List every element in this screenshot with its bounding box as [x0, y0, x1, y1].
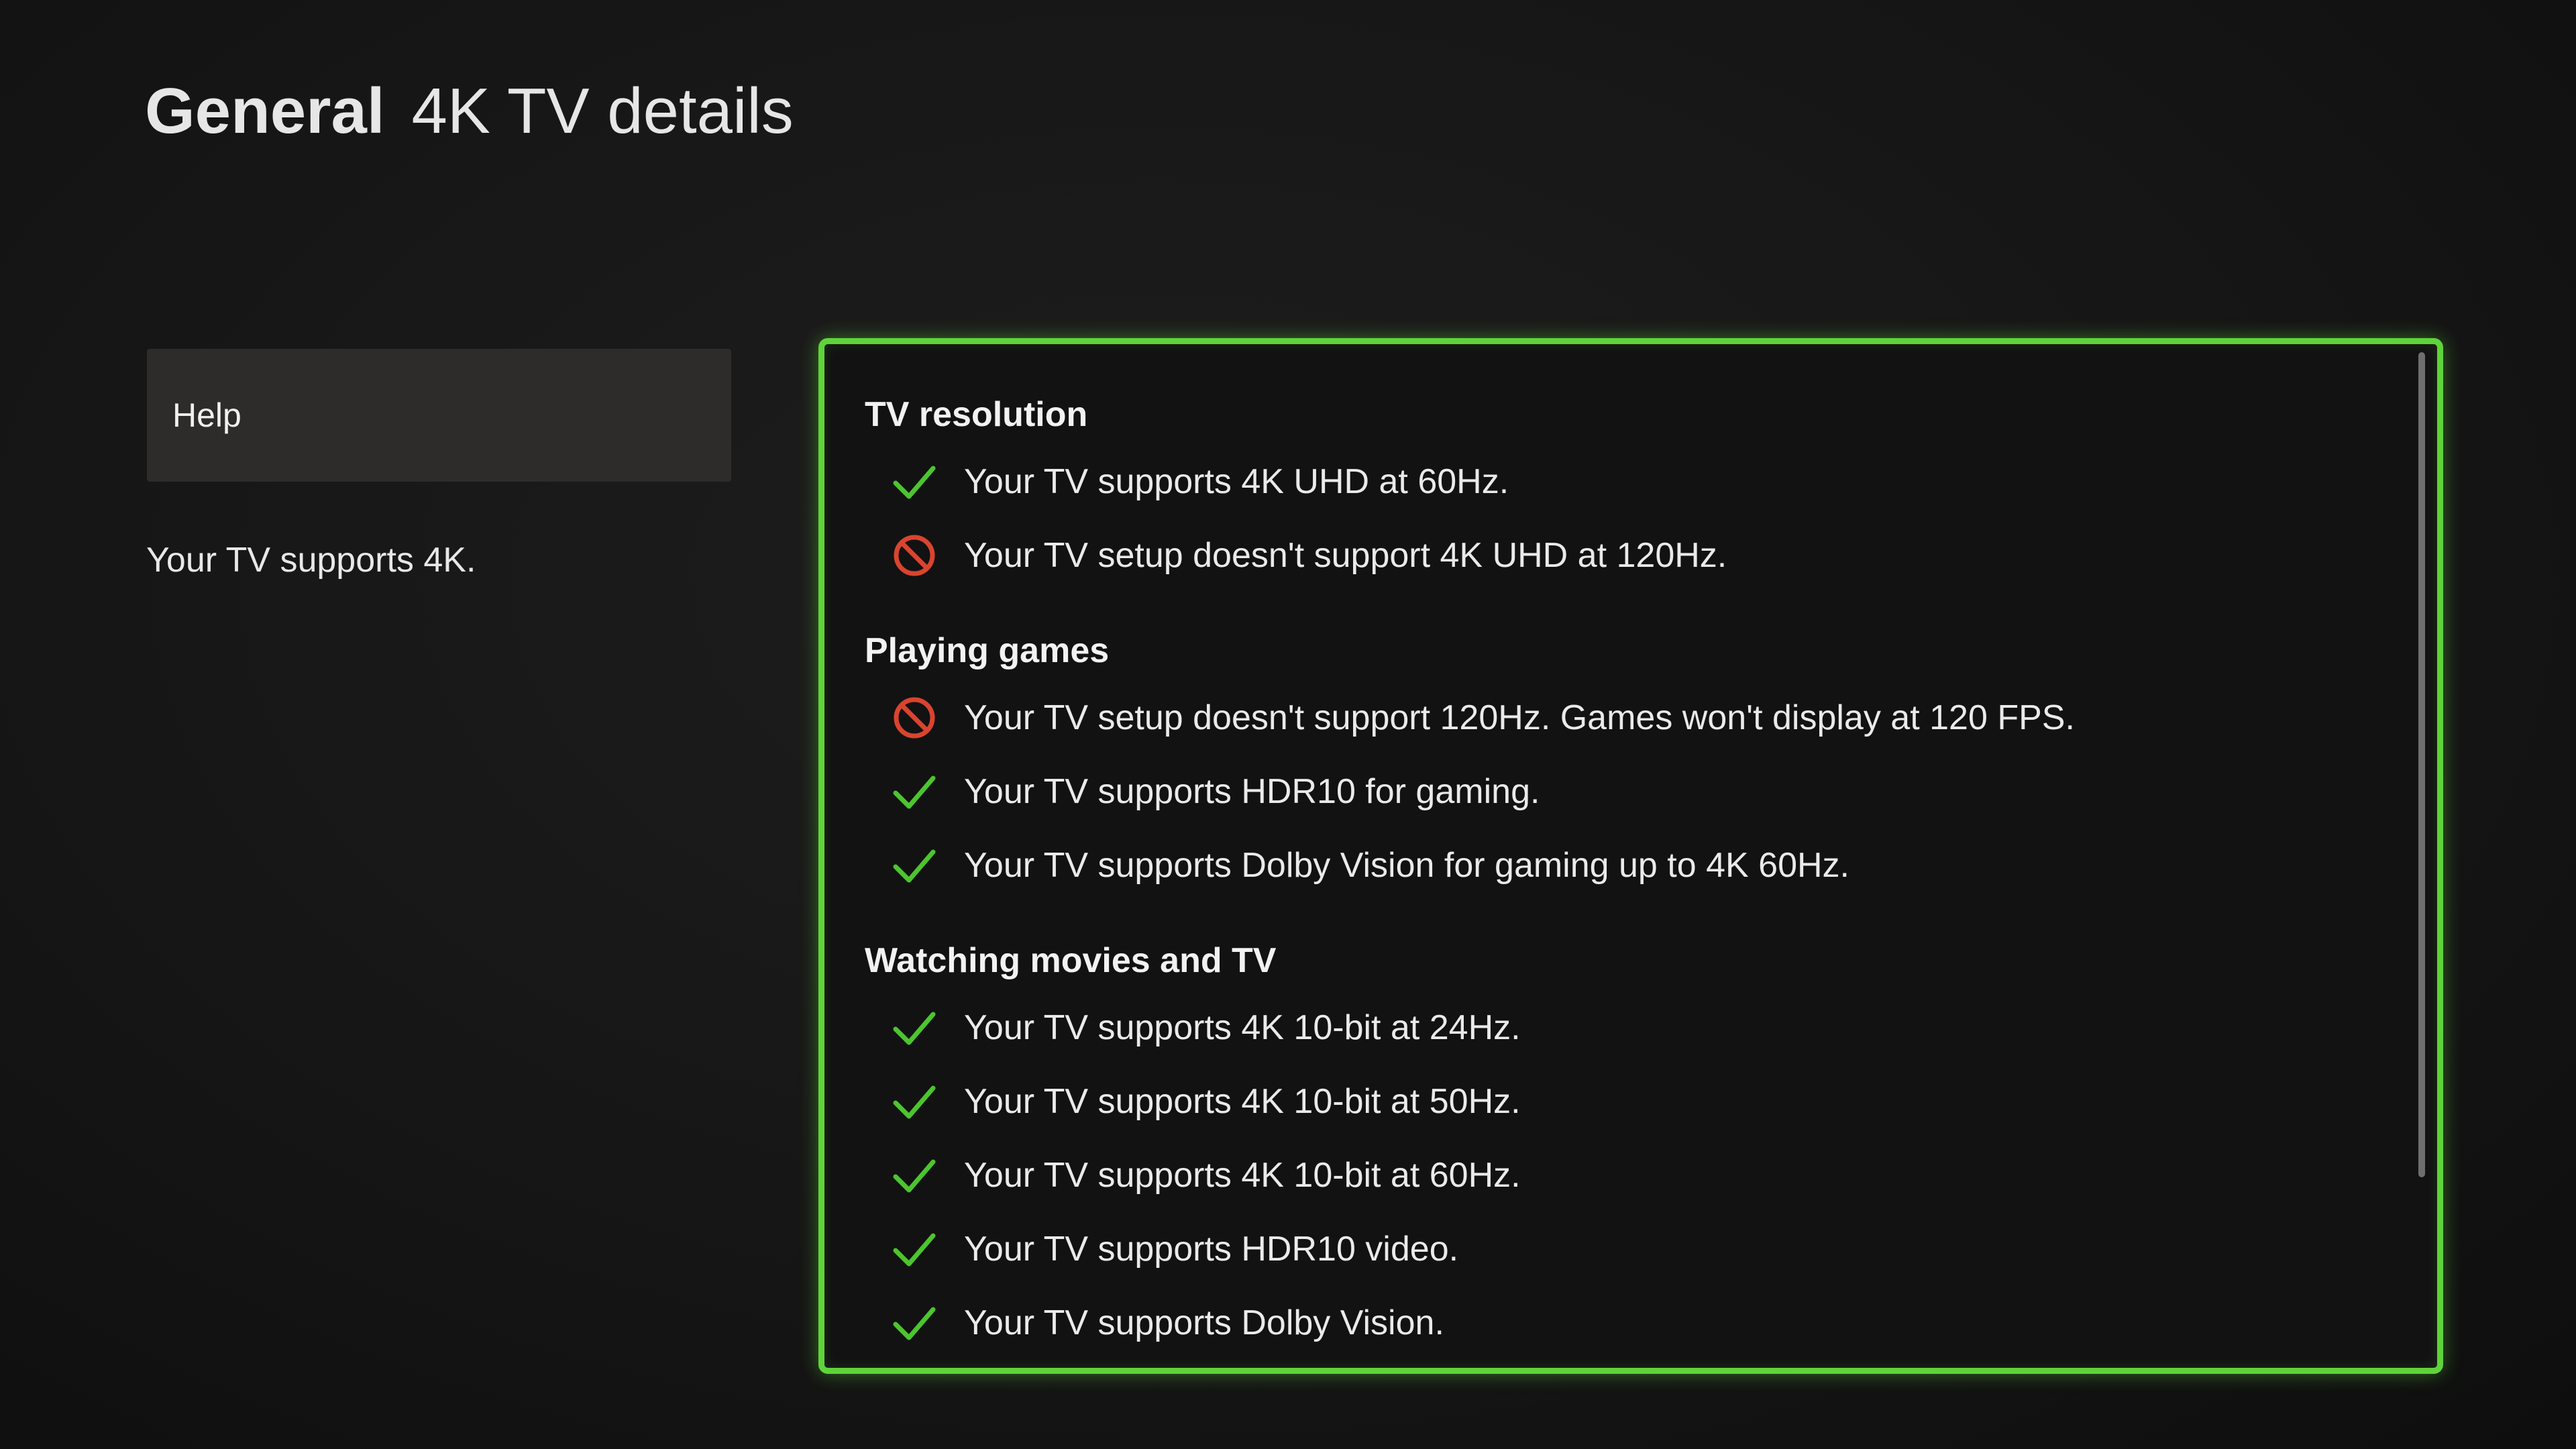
list-item: Your TV supports 4K UHD at 60Hz.: [865, 445, 2397, 519]
list-item: Your TV supports HDR10 for gaming.: [865, 755, 2397, 828]
list-item: Your TV supports HDR10 video.: [865, 1212, 2397, 1286]
list-item: Your TV supports Dolby Vision.: [865, 1286, 2397, 1360]
section-heading: TV resolution: [865, 395, 1088, 434]
page-subtitle: 4K TV details: [411, 75, 794, 147]
blocked-icon: [894, 535, 935, 576]
blocked-icon: [894, 697, 935, 739]
checkmark-icon: [893, 1159, 936, 1193]
item-text: Your TV supports 4K 10-bit at 50Hz.: [964, 1082, 1521, 1121]
section-playing-games: Playing games Your TV setup doesn't supp…: [865, 621, 2397, 902]
list-item: Your TV supports 4K 10-bit at 60Hz.: [865, 1138, 2397, 1212]
tv-support-summary: Your TV supports 4K.: [146, 541, 476, 580]
checkmark-icon: [893, 1307, 936, 1340]
scrollbar[interactable]: [2418, 352, 2425, 1177]
item-text: Your TV supports Dolby Vision.: [964, 1303, 1444, 1342]
help-button-label: Help: [172, 396, 241, 434]
checkmark-icon: [893, 1012, 936, 1045]
checkmark-icon: [893, 466, 936, 499]
section-heading: Watching movies and TV: [865, 941, 1277, 980]
checkmark-icon: [893, 1085, 936, 1119]
section-tv-resolution: TV resolution Your TV supports 4K UHD at…: [865, 384, 2397, 592]
list-item: Your TV supports Dolby Vision for gaming…: [865, 828, 2397, 902]
item-text: Your TV supports HDR10 video.: [964, 1230, 1459, 1269]
help-button[interactable]: Help: [147, 349, 731, 482]
settings-section-title: General: [145, 75, 385, 147]
item-text: Your TV supports 4K 10-bit at 24Hz.: [964, 1008, 1521, 1047]
checkmark-icon: [893, 849, 936, 883]
item-text: Your TV supports 4K 10-bit at 60Hz.: [964, 1156, 1521, 1195]
item-text: Your TV setup doesn't support 4K UHD at …: [964, 536, 1727, 575]
tv-details-panel[interactable]: TV resolution Your TV supports 4K UHD at…: [818, 338, 2443, 1374]
page-title: General 4K TV details: [145, 72, 794, 150]
item-text: Your TV setup doesn't support 120Hz. Gam…: [964, 698, 2075, 737]
list-item: Your TV setup doesn't support 4K UHD at …: [865, 519, 2397, 592]
list-item: Your TV supports 4K 10-bit at 50Hz.: [865, 1065, 2397, 1138]
checkmark-icon: [893, 775, 936, 809]
item-text: Your TV supports HDR10 for gaming.: [964, 772, 1540, 811]
list-item: Your TV setup doesn't support 120Hz. Gam…: [865, 681, 2397, 755]
section-heading: Playing games: [865, 631, 1110, 670]
item-text: Your TV supports 4K UHD at 60Hz.: [964, 462, 1509, 501]
item-text: Your TV supports Dolby Vision for gaming…: [964, 846, 1850, 885]
section-watching-movies: Watching movies and TV Your TV supports …: [865, 930, 2397, 1360]
checkmark-icon: [893, 1233, 936, 1267]
list-item: Your TV supports 4K 10-bit at 24Hz.: [865, 991, 2397, 1065]
